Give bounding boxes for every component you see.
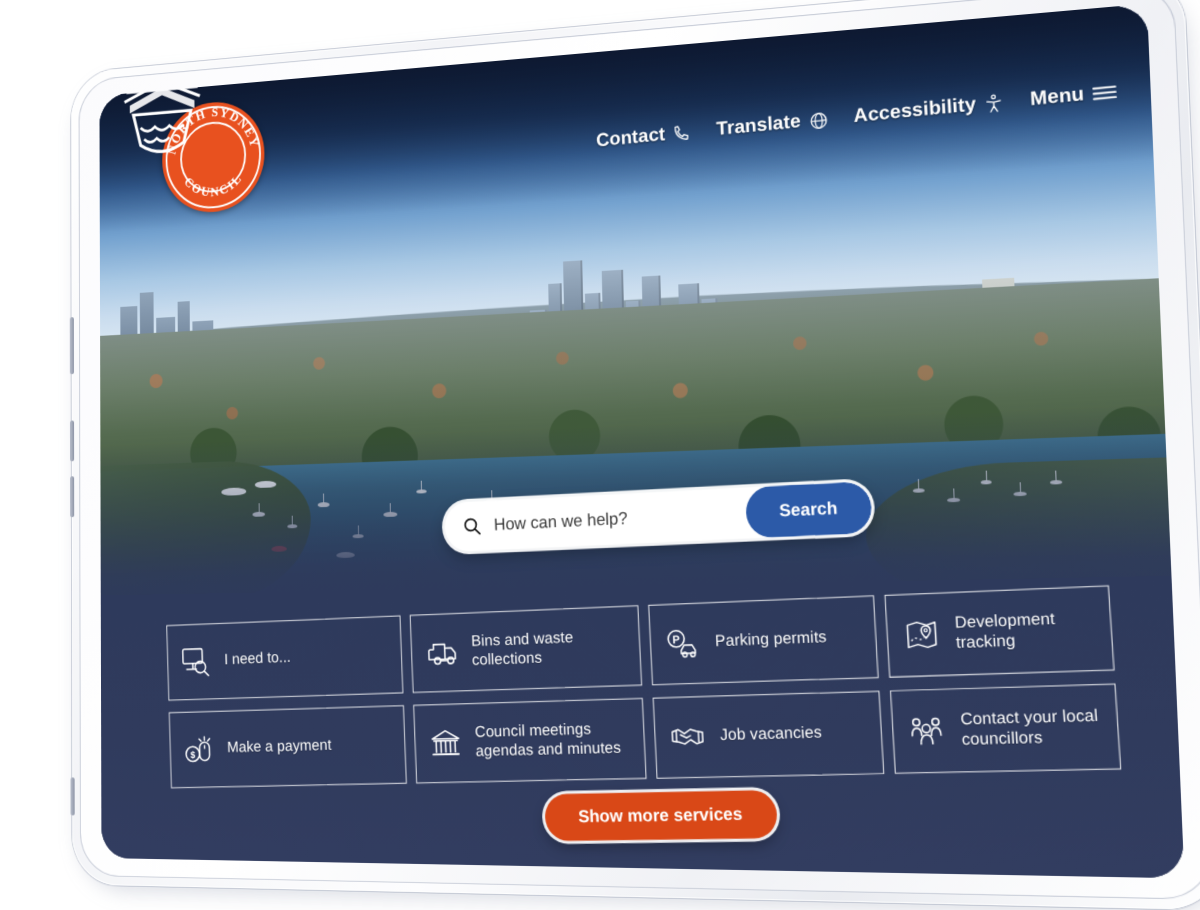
- government-building-icon: [426, 728, 465, 759]
- map-pin-icon: [899, 618, 943, 651]
- tablet-device-mockup: NORTH SYDNEY COUNCIL Contact Translate A…: [69, 0, 1200, 910]
- service-tile-development-tracking[interactable]: Development tracking: [883, 585, 1115, 678]
- service-tile-bins-and-waste[interactable]: Bins and waste collections: [409, 605, 643, 693]
- service-tile-i-need-to[interactable]: I need to...: [166, 615, 403, 701]
- garbage-truck-icon: [422, 638, 461, 667]
- hamburger-menu-icon: [1091, 81, 1118, 104]
- service-tile-label: I need to...: [224, 649, 292, 669]
- device-volume-up-button[interactable]: [69, 420, 75, 462]
- service-tile-label: Parking permits: [714, 628, 828, 651]
- hero-right-headland: [863, 456, 1173, 603]
- service-tile-label: Job vacancies: [719, 723, 823, 745]
- search-icon: [461, 515, 482, 538]
- service-tile-make-a-payment[interactable]: $ Make a payment: [168, 705, 407, 789]
- device-side-button[interactable]: [70, 777, 75, 816]
- nav-item-translate[interactable]: Translate: [716, 108, 830, 141]
- north-sydney-council-logo[interactable]: NORTH SYDNEY COUNCIL: [162, 98, 265, 216]
- globe-icon: [807, 109, 829, 132]
- nav-accessibility-label: Accessibility: [852, 94, 977, 128]
- service-tile-label: Council meetings agendas and minutes: [474, 720, 622, 760]
- parking-car-icon: P: [662, 628, 703, 660]
- accessibility-icon: [982, 91, 1005, 116]
- nav-item-accessibility[interactable]: Accessibility: [853, 91, 1005, 128]
- search-input[interactable]: [482, 502, 747, 536]
- people-group-icon: [905, 715, 950, 748]
- svg-text:$: $: [190, 750, 196, 761]
- coin-mouse-icon: $: [181, 734, 217, 766]
- svg-text:COUNCIL: COUNCIL: [182, 170, 245, 202]
- search-button[interactable]: Search: [744, 481, 873, 539]
- nav-translate-label: Translate: [715, 111, 801, 141]
- tablet-screen: NORTH SYDNEY COUNCIL Contact Translate A…: [99, 3, 1185, 879]
- service-tile-label: Make a payment: [226, 736, 332, 757]
- handshake-icon: [667, 723, 708, 751]
- phone-icon: [675, 125, 688, 140]
- device-power-button[interactable]: [69, 317, 75, 375]
- svg-text:P: P: [672, 634, 680, 647]
- device-volume-down-button[interactable]: [70, 476, 75, 518]
- monitor-search-icon: [178, 646, 214, 678]
- show-more-services-button[interactable]: Show more services: [544, 790, 779, 842]
- service-tile-job-vacancies[interactable]: Job vacancies: [652, 690, 884, 779]
- service-tile-parking-permits[interactable]: P Parking permits: [648, 595, 879, 686]
- screenshot-canvas: NORTH SYDNEY COUNCIL Contact Translate A…: [0, 0, 1200, 910]
- service-tile-council-meetings[interactable]: Council meetings agendas and minutes: [412, 697, 647, 784]
